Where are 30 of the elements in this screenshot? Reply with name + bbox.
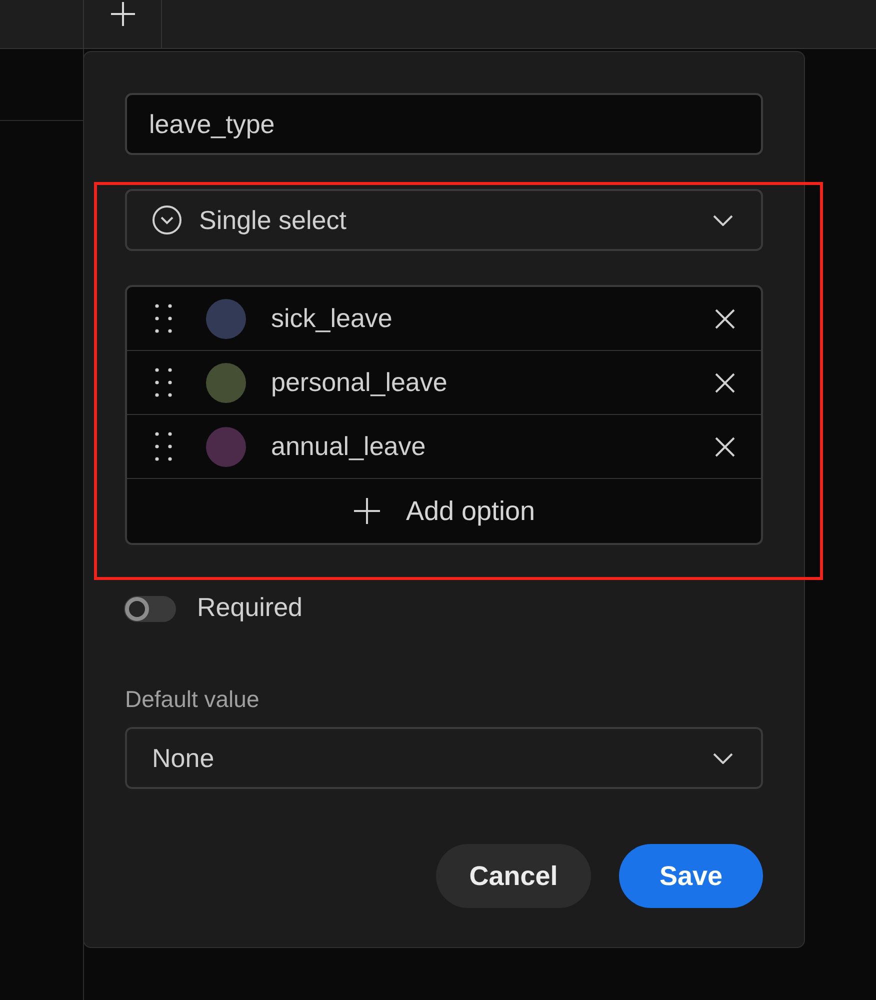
plus-icon bbox=[352, 497, 381, 525]
type-select[interactable]: Single select bbox=[125, 189, 763, 251]
close-icon bbox=[715, 372, 735, 392]
remove-option-button[interactable] bbox=[715, 436, 735, 456]
plus-icon bbox=[110, 1, 136, 27]
color-swatch-icon[interactable] bbox=[206, 298, 246, 338]
name-field[interactable]: leave_type bbox=[125, 93, 763, 155]
close-icon bbox=[715, 436, 735, 456]
chevron-down-icon bbox=[713, 752, 733, 764]
toggle-label: Required bbox=[197, 592, 303, 622]
default-value-select[interactable]: None bbox=[125, 727, 763, 789]
drag-handle-icon[interactable] bbox=[155, 432, 172, 461]
chevron-down-icon bbox=[713, 214, 733, 226]
option-label: annual_leave bbox=[271, 431, 427, 462]
default-value-label: Default value bbox=[125, 685, 260, 713]
remove-option-button[interactable] bbox=[715, 308, 735, 328]
cancel-button[interactable]: Cancel bbox=[436, 844, 591, 908]
drag-handle-icon[interactable] bbox=[155, 368, 172, 397]
add-option-button[interactable]: Add option bbox=[127, 479, 761, 543]
drag-handle-icon[interactable] bbox=[155, 304, 172, 333]
color-swatch-icon[interactable] bbox=[206, 426, 246, 466]
save-button[interactable]: Save bbox=[619, 844, 763, 908]
add-tab-button[interactable] bbox=[83, 0, 162, 48]
close-icon bbox=[715, 308, 735, 328]
color-swatch-icon[interactable] bbox=[206, 362, 246, 402]
remove-option-button[interactable] bbox=[715, 372, 735, 392]
required-toggle[interactable] bbox=[124, 596, 176, 622]
chevron-circle-icon bbox=[152, 205, 182, 235]
option-label: personal_leave bbox=[271, 367, 448, 398]
option-label: sick_leave bbox=[271, 303, 394, 334]
